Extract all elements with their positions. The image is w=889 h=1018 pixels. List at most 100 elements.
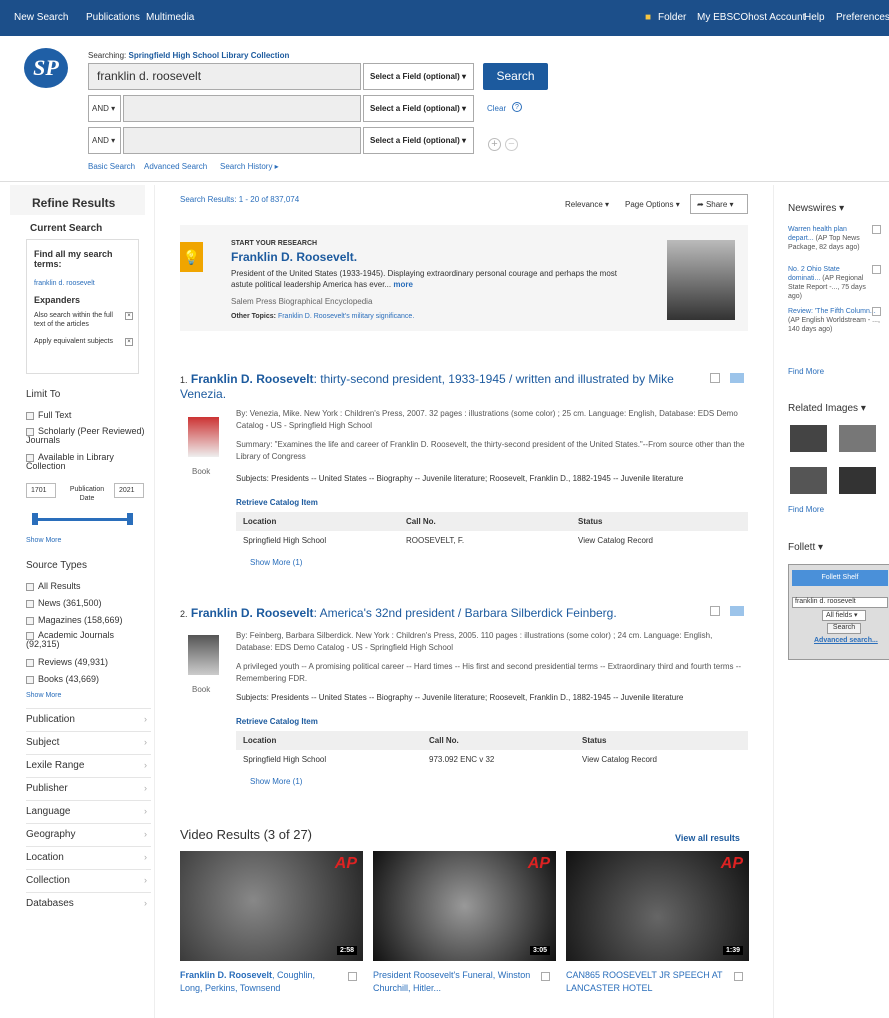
preview-icon[interactable] <box>710 373 720 383</box>
related-images-find-more[interactable]: Find More <box>788 505 824 514</box>
nav-publications[interactable]: Publications <box>86 12 140 23</box>
view-all-videos[interactable]: View all results <box>675 833 740 843</box>
related-images-heading[interactable]: Related Images ▾ <box>788 403 866 414</box>
date-slider-handle-right[interactable] <box>127 513 133 525</box>
show-more-2[interactable]: Show More (1) <box>250 777 302 786</box>
relevance-sort[interactable]: Relevance ▾ <box>565 200 609 209</box>
preview-icon[interactable] <box>734 972 743 981</box>
nav-folder[interactable]: Folder <box>658 12 686 23</box>
retrieve-catalog-2[interactable]: Retrieve Catalog Item <box>236 717 318 726</box>
facet-location[interactable]: Location › <box>26 846 151 868</box>
video-1-title[interactable]: Franklin D. Roosevelt, Coughlin, Long, P… <box>180 969 340 995</box>
date-from-input[interactable]: 1701 <box>26 483 56 498</box>
source-books[interactable]: Books (43,669) <box>26 674 99 684</box>
follett-advanced-link[interactable]: Advanced search... <box>814 637 878 644</box>
facet-language[interactable]: Language › <box>26 800 151 822</box>
advanced-search-link[interactable]: Advanced Search <box>144 162 207 171</box>
search-button[interactable]: Search <box>483 63 548 90</box>
date-slider-handle-left[interactable] <box>32 513 38 525</box>
facet-lexile[interactable]: Lexile Range › <box>26 754 151 776</box>
follett-heading[interactable]: Follett ▾ <box>788 542 823 553</box>
date-to-input[interactable]: 2021 <box>114 483 144 498</box>
facet-publisher[interactable]: Publisher › <box>26 777 151 799</box>
add-to-folder-icon[interactable] <box>730 606 744 616</box>
bool-select-2[interactable]: AND ▾ <box>88 127 121 154</box>
book-cover-image[interactable] <box>188 417 219 457</box>
preview-icon[interactable] <box>348 972 357 981</box>
source-reviews[interactable]: Reviews (49,931) <box>26 657 108 667</box>
checkbox-checked[interactable] <box>26 582 34 591</box>
source-all[interactable]: All Results <box>26 581 81 591</box>
facet-subject[interactable]: Subject › <box>26 731 151 753</box>
source-show-more[interactable]: Show More <box>26 692 61 699</box>
follett-search-button[interactable]: Search <box>827 623 861 634</box>
search-input-2[interactable] <box>123 95 361 122</box>
field-select-1[interactable]: Select a Field (optional) ▾ <box>363 63 474 90</box>
video-thumb-2[interactable]: AP 3:05 <box>373 851 556 961</box>
related-image-2[interactable] <box>839 425 876 452</box>
source-news[interactable]: News (361,500) <box>26 598 102 608</box>
search-term-link[interactable]: franklin d. roosevelt <box>34 280 95 287</box>
video-2-title[interactable]: President Roosevelt's Funeral, Winston C… <box>373 969 533 995</box>
preview-icon[interactable] <box>872 265 881 274</box>
page-options[interactable]: Page Options ▾ <box>625 200 680 209</box>
newswires-find-more[interactable]: Find More <box>788 367 824 376</box>
remove-row-icon[interactable]: − <box>505 138 518 151</box>
related-image-1[interactable] <box>790 425 827 452</box>
show-more-1[interactable]: Show More (1) <box>250 558 302 567</box>
search-input-3[interactable] <box>123 127 361 154</box>
checkbox[interactable] <box>26 411 34 420</box>
limit-fulltext[interactable]: Full Text <box>26 410 71 420</box>
retrieve-catalog-1[interactable]: Retrieve Catalog Item <box>236 498 318 507</box>
limit-available[interactable]: Available in Library Collection <box>26 453 146 471</box>
cell-status[interactable]: View Catalog Record <box>582 755 657 764</box>
research-more-link[interactable]: more <box>393 280 413 289</box>
folder-icon[interactable]: ■ <box>645 12 651 23</box>
follett-search-input[interactable]: franklin d. roosevelt <box>792 597 888 608</box>
result-1-title[interactable]: 1. Franklin D. Roosevelt: thirty-second … <box>180 372 700 401</box>
checkbox[interactable] <box>26 658 34 667</box>
source-types-heading[interactable]: Source Types <box>26 560 87 571</box>
nav-preferences[interactable]: Preferences <box>836 12 889 23</box>
field-select-3[interactable]: Select a Field (optional) ▾ <box>363 127 474 154</box>
remove-expander-2-icon[interactable]: × <box>125 338 133 346</box>
search-input-1[interactable]: franklin d. roosevelt <box>88 63 361 90</box>
video-thumb-1[interactable]: AP 2:58 <box>180 851 363 961</box>
nav-account[interactable]: My EBSCOhost Account <box>697 12 805 23</box>
checkbox[interactable] <box>26 599 34 608</box>
newswires-heading[interactable]: Newswires ▾ <box>788 203 844 214</box>
facet-collection[interactable]: Collection › <box>26 869 151 891</box>
preview-icon[interactable] <box>872 307 881 316</box>
search-history-link[interactable]: Search History ▸ <box>220 162 279 171</box>
checkbox[interactable] <box>26 675 34 684</box>
add-to-folder-icon[interactable] <box>730 373 744 383</box>
facet-publication[interactable]: Publication › <box>26 708 151 730</box>
facet-geography[interactable]: Geography › <box>26 823 151 845</box>
limit-show-more[interactable]: Show More <box>26 537 61 544</box>
date-slider-track[interactable] <box>35 518 131 521</box>
facet-databases[interactable]: Databases › <box>26 892 151 914</box>
database-link[interactable]: Springfield High School Library Collecti… <box>128 51 289 60</box>
preview-icon[interactable] <box>710 606 720 616</box>
result-2-title[interactable]: 2. Franklin D. Roosevelt: America's 32nd… <box>180 606 700 620</box>
nav-new-search[interactable]: New Search <box>14 12 68 23</box>
share-button[interactable]: ➦ Share ▾ <box>690 194 748 214</box>
related-image-3[interactable] <box>790 467 827 494</box>
cell-status[interactable]: View Catalog Record <box>578 536 653 545</box>
source-magazines[interactable]: Magazines (158,669) <box>26 615 123 625</box>
book-cover-image[interactable] <box>188 635 219 675</box>
newswire-link[interactable]: Review: 'The Fifth Column... <box>788 308 876 315</box>
field-select-2[interactable]: Select a Field (optional) ▾ <box>363 95 474 122</box>
other-topics-link[interactable]: Franklin D. Roosevelt's military signifi… <box>278 313 414 320</box>
research-title[interactable]: Franklin D. Roosevelt. <box>231 250 357 264</box>
checkbox[interactable] <box>26 616 34 625</box>
current-search-heading[interactable]: Current Search <box>30 223 102 234</box>
clear-link[interactable]: Clear <box>487 104 506 113</box>
nav-help[interactable]: Help <box>804 12 825 23</box>
limit-to-heading[interactable]: Limit To <box>26 389 60 400</box>
bool-select-1[interactable]: AND ▾ <box>88 95 121 122</box>
preview-icon[interactable] <box>872 225 881 234</box>
video-thumb-3[interactable]: AP 1:39 <box>566 851 749 961</box>
add-row-icon[interactable]: + <box>488 138 501 151</box>
nav-multimedia[interactable]: Multimedia <box>146 12 194 23</box>
